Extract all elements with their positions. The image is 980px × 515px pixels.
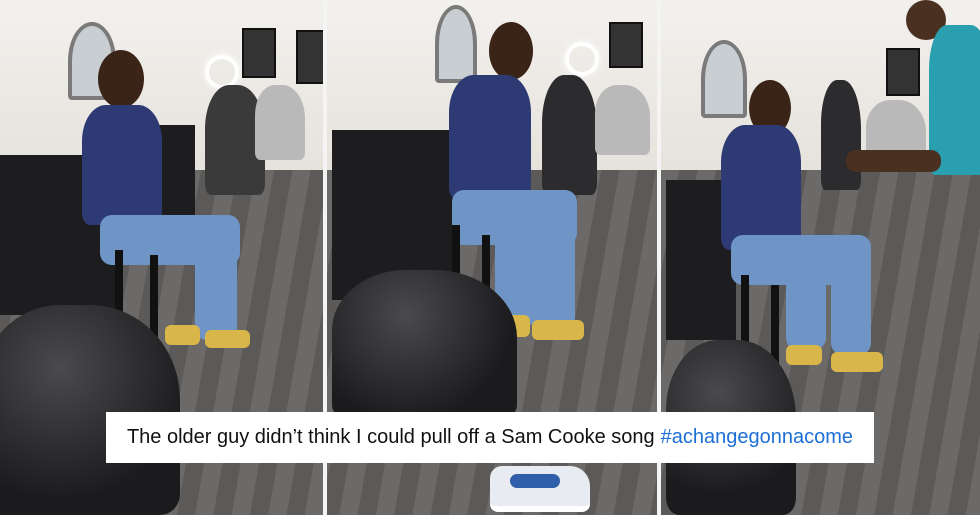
ring-light (205, 55, 239, 89)
singer-legs (786, 255, 826, 350)
client-cape (255, 85, 305, 160)
wall-frame (242, 28, 276, 78)
singer-shirt (721, 125, 801, 250)
shoe (532, 320, 584, 340)
client-cape (595, 85, 650, 155)
shoe (205, 330, 250, 348)
singer-shirt (82, 105, 162, 225)
wall-frame (296, 30, 323, 84)
barber (821, 80, 861, 190)
black-cape-foreground (332, 270, 517, 420)
ring-light (565, 42, 599, 76)
sneaker (490, 466, 590, 512)
older-man-arm (846, 150, 941, 172)
singer-legs (195, 235, 237, 340)
shoe (831, 352, 883, 372)
caption-text: The older guy didn’t think I could pull … (126, 426, 655, 448)
singer-head (98, 50, 144, 108)
mirror (435, 5, 477, 83)
singer-legs (535, 215, 575, 330)
wall-frame (886, 48, 920, 96)
black-cape-foreground (0, 305, 180, 515)
shoe (786, 345, 822, 365)
shoe (165, 325, 200, 345)
mirror (701, 40, 747, 118)
caption-bar: The older guy didn’t think I could pull … (106, 412, 874, 463)
wall-frame (609, 22, 643, 68)
singer-head (489, 22, 533, 80)
singer-shirt (449, 75, 531, 200)
hashtag-link[interactable]: #achangegonnacome (661, 426, 853, 449)
client-chair (542, 75, 597, 195)
singer-legs (831, 245, 871, 355)
